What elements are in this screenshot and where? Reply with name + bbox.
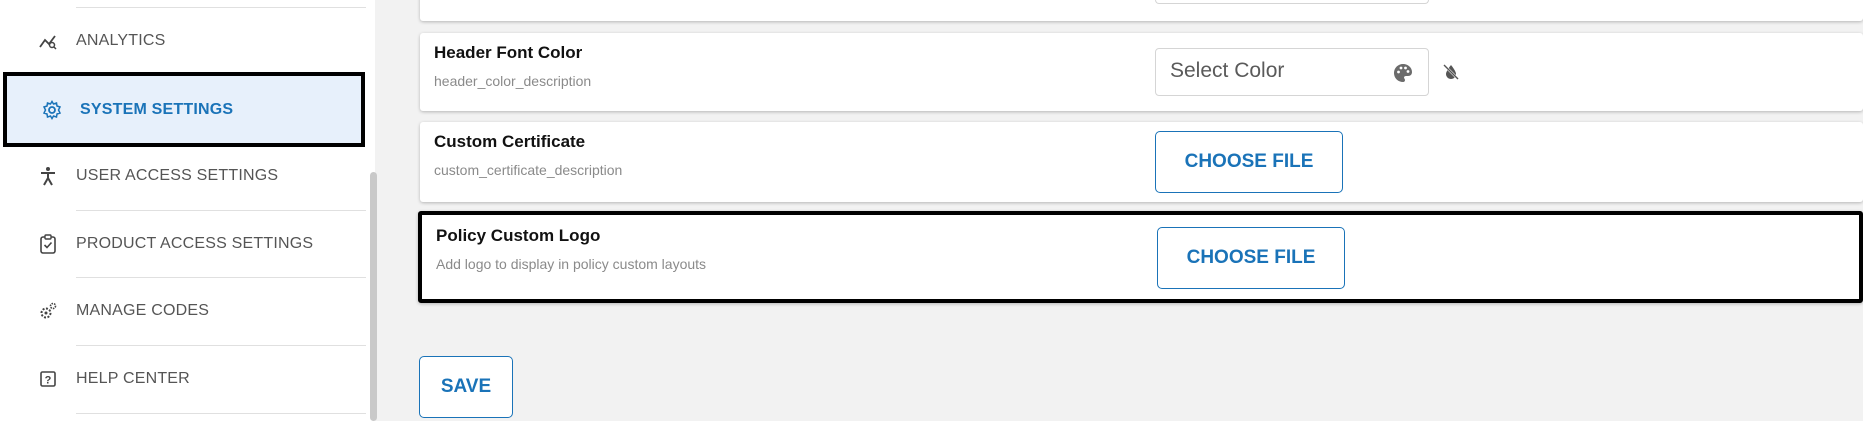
sidebar-item-label: USER ACCESS SETTINGS bbox=[76, 167, 279, 184]
sidebar-item-help-center[interactable]: ? HELP CENTER bbox=[0, 345, 366, 413]
sidebar-item-system-settings[interactable]: SYSTEM SETTINGS bbox=[3, 72, 365, 147]
sidebar-item-label: MANAGE CODES bbox=[76, 302, 210, 319]
sidebar-item-user-access-settings[interactable]: USER ACCESS SETTINGS bbox=[0, 142, 366, 210]
choose-file-button-certificate[interactable]: CHOOSE FILE bbox=[1155, 131, 1343, 193]
sidebar-item-label: SYSTEM SETTINGS bbox=[80, 100, 234, 118]
save-button[interactable]: SAVE bbox=[419, 356, 513, 418]
choose-file-button-logo[interactable]: CHOOSE FILE bbox=[1157, 227, 1345, 289]
sidebar-item-label: HELP CENTER bbox=[76, 370, 190, 387]
setting-description: custom_certificate_description bbox=[434, 162, 623, 178]
palette-icon bbox=[1392, 62, 1414, 84]
partial-input[interactable] bbox=[1155, 0, 1429, 4]
setting-description: header_color_description bbox=[434, 73, 592, 89]
header-font-color-card: Header Font Color header_color_descripti… bbox=[420, 33, 1863, 111]
settings-card-partial bbox=[420, 0, 1863, 21]
help-icon: ? bbox=[38, 369, 58, 389]
sidebar-item-label: ANALYTICS bbox=[76, 32, 166, 49]
header-color-select[interactable]: Select Color bbox=[1155, 48, 1429, 96]
setting-description: Add logo to display in policy custom lay… bbox=[436, 256, 707, 272]
svg-text:?: ? bbox=[45, 375, 52, 387]
sidebar-item-product-access-settings[interactable]: PRODUCT ACCESS SETTINGS bbox=[0, 210, 366, 278]
setting-title: Header Font Color bbox=[434, 43, 583, 62]
sidebar-item-analytics[interactable]: ANALYTICS bbox=[0, 7, 366, 75]
sidebar: ANALYTICS SYSTEM SETTINGS USER ACCESS SE… bbox=[0, 0, 377, 421]
clear-color-icon[interactable] bbox=[1442, 63, 1460, 81]
custom-certificate-card: Custom Certificate custom_certificate_de… bbox=[420, 122, 1863, 202]
setting-title: Policy Custom Logo bbox=[436, 226, 601, 245]
gears-icon bbox=[38, 301, 58, 321]
sidebar-scrollbar-thumb[interactable] bbox=[370, 172, 377, 421]
accessibility-icon bbox=[38, 166, 58, 186]
sidebar-item-manage-codes[interactable]: MANAGE CODES bbox=[0, 277, 366, 345]
clipboard-check-icon bbox=[38, 234, 58, 254]
nav-separator bbox=[76, 413, 366, 414]
policy-custom-logo-card: Policy Custom Logo Add logo to display i… bbox=[418, 211, 1863, 303]
setting-title: Custom Certificate bbox=[434, 132, 586, 151]
gear-icon bbox=[42, 99, 62, 120]
sidebar-item-label: PRODUCT ACCESS SETTINGS bbox=[76, 235, 314, 252]
analytics-icon bbox=[38, 31, 58, 51]
color-select-placeholder: Select Color bbox=[1170, 59, 1285, 82]
